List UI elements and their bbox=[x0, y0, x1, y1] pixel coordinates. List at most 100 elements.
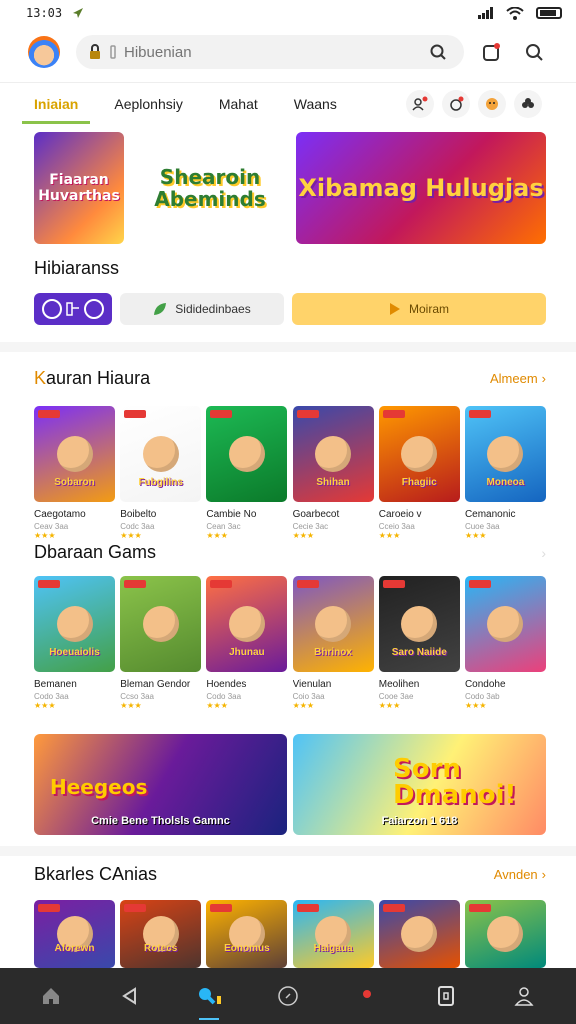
game-meta: Ceav 3aa bbox=[34, 522, 69, 531]
new-badge bbox=[468, 580, 491, 588]
game-thumbnail[interactable]: Bhrinox bbox=[292, 576, 374, 672]
game-card[interactable] bbox=[464, 900, 546, 968]
star-rating: ★★★ bbox=[120, 531, 142, 540]
nav-back[interactable] bbox=[110, 976, 150, 1016]
banner-title: Fiaaran Huvarthas bbox=[38, 172, 120, 204]
game-thumbnail[interactable] bbox=[120, 576, 202, 672]
new-badge bbox=[124, 904, 147, 912]
star-rating: ★★★ bbox=[378, 701, 401, 710]
promo-title: Sorn Dmanoi! bbox=[393, 754, 517, 810]
game-thumbnail[interactable]: Saro Naiide bbox=[378, 576, 460, 672]
new-badge bbox=[210, 410, 233, 418]
star-rating: ★★★ bbox=[120, 701, 142, 710]
game-card[interactable]: Bleman Gendor Ccso 3aa ★★★ bbox=[120, 576, 202, 710]
game-card[interactable]: Rotecs bbox=[120, 900, 202, 968]
star-rating: ★★★ bbox=[206, 701, 228, 710]
nav-tablet[interactable] bbox=[426, 976, 466, 1016]
game-thumbnail[interactable]: Eonomus bbox=[206, 900, 288, 968]
play-button[interactable]: Moiram bbox=[292, 293, 546, 325]
game-card[interactable]: Eonomus bbox=[206, 900, 288, 968]
game-card[interactable]: Aforewn bbox=[34, 900, 115, 968]
game-card[interactable]: Fubgilins Boibelto Codc 3aa ★★★ bbox=[120, 406, 202, 540]
game-thumbnail[interactable] bbox=[464, 900, 546, 968]
game-card[interactable] bbox=[378, 900, 460, 968]
game-title: Caroeio v bbox=[378, 509, 422, 520]
section-2-header: Dbaraan Gams › bbox=[34, 542, 546, 563]
nav-compass[interactable] bbox=[268, 976, 308, 1016]
game-card[interactable]: Haigaua bbox=[292, 900, 374, 968]
game-thumbnail[interactable]: Moneoa bbox=[464, 406, 546, 502]
nav-home[interactable] bbox=[31, 976, 71, 1016]
game-thumbnail[interactable]: Rotecs bbox=[120, 900, 202, 968]
new-badge bbox=[296, 410, 319, 418]
promo-card-1[interactable]: Heegeos Cmie Bene Tholsls Gamnc bbox=[34, 734, 287, 835]
rewards-icon[interactable] bbox=[442, 89, 470, 118]
view-all-button[interactable]: Almeem › bbox=[490, 371, 546, 386]
thumbnail-title: Eonomus bbox=[224, 943, 270, 954]
social-chip[interactable] bbox=[34, 293, 112, 325]
battery-icon bbox=[536, 7, 562, 19]
chevron-right-icon[interactable]: › bbox=[541, 545, 546, 561]
game-thumbnail[interactable]: Fhagiic bbox=[378, 406, 460, 502]
banner-card-2[interactable]: Shearoin Abeminds bbox=[134, 132, 286, 244]
friends-icon[interactable] bbox=[406, 89, 434, 118]
thumbnail-title: Fhagiic bbox=[401, 477, 437, 488]
game-title: Caegotamo bbox=[34, 509, 86, 520]
game-title: Condohe bbox=[464, 679, 506, 690]
tab-3[interactable]: Waans bbox=[294, 88, 337, 120]
game-thumbnail[interactable]: Sobaron bbox=[34, 406, 115, 502]
game-card[interactable]: Condohe Codo 3ab ★★★ bbox=[464, 576, 546, 710]
game-meta: Cceio 3aa bbox=[378, 522, 415, 531]
game-thumbnail[interactable]: Hoeuaiolis bbox=[34, 576, 115, 672]
tab-1[interactable]: Aeplonhsiy bbox=[114, 88, 183, 120]
game-card[interactable]: Cambie No Cean 3ac ★★★ bbox=[206, 406, 288, 540]
search-bar[interactable] bbox=[76, 35, 464, 69]
game-card[interactable]: Sobaron Caegotamo Ceav 3aa ★★★ bbox=[34, 406, 115, 540]
divider bbox=[0, 846, 576, 856]
game-card[interactable]: Shihan Goarbecot Cecie 3ac ★★★ bbox=[292, 406, 374, 540]
game-card[interactable]: Bhrinox Vienulan Coio 3aa ★★★ bbox=[292, 576, 374, 710]
nav-notifications[interactable] bbox=[347, 976, 387, 1016]
tab-0[interactable]: Iniaian bbox=[21, 88, 91, 124]
game-card[interactable]: Moneoa Cemanonic Cuoe 3aa ★★★ bbox=[464, 406, 546, 540]
location-icon bbox=[73, 8, 84, 18]
clover-icon[interactable] bbox=[514, 89, 542, 118]
search-button[interactable] bbox=[520, 38, 548, 66]
character-art bbox=[142, 436, 179, 472]
leaf-icon bbox=[154, 303, 167, 315]
game-card[interactable]: Saro Naiide Meolihen Cooe 3ae ★★★ bbox=[378, 576, 460, 710]
game-thumbnail[interactable]: Fubgilins bbox=[120, 406, 202, 502]
voice-search-button[interactable] bbox=[424, 38, 452, 66]
mascot-icon[interactable] bbox=[478, 89, 506, 118]
game-meta: Cean 3ac bbox=[206, 522, 241, 531]
search-input[interactable] bbox=[124, 43, 416, 61]
game-card[interactable]: Jhunau Hoendes Codo 3aa ★★★ bbox=[206, 576, 288, 710]
game-thumbnail[interactable] bbox=[378, 900, 460, 968]
character-art bbox=[401, 436, 438, 472]
secondary-button[interactable]: Sididedinbaes bbox=[120, 293, 284, 325]
notifications-button[interactable] bbox=[478, 38, 506, 66]
search-icon bbox=[430, 44, 446, 60]
game-thumbnail[interactable]: Jhunau bbox=[206, 576, 288, 672]
promo-card-2[interactable]: Sorn Dmanoi! Faiarzon 1 618 bbox=[293, 734, 546, 835]
nav-profile[interactable] bbox=[504, 976, 544, 1016]
banner-title: Shearoin Abeminds bbox=[154, 165, 266, 211]
game-card[interactable]: Hoeuaiolis Bemanen Codo 3aa ★★★ bbox=[34, 576, 115, 710]
game-thumbnail[interactable] bbox=[206, 406, 288, 502]
thumbnail-title: Bhrinox bbox=[314, 647, 352, 658]
banner-card-1[interactable]: Fiaaran Huvarthas bbox=[34, 132, 124, 244]
banner-card-3[interactable]: Xibamag Hulugjas bbox=[296, 132, 546, 244]
nav-games[interactable] bbox=[189, 976, 229, 1020]
section-3-title: Bkarles CAnias bbox=[34, 864, 158, 884]
game-card[interactable]: Fhagiic Caroeio v Cceio 3aa ★★★ bbox=[378, 406, 460, 540]
avatar[interactable] bbox=[28, 36, 60, 68]
new-badge bbox=[468, 904, 491, 912]
new-badge bbox=[38, 904, 60, 912]
tab-2[interactable]: Mahat bbox=[219, 88, 258, 120]
game-thumbnail[interactable]: Shihan bbox=[292, 406, 374, 502]
secondary-label: Sididedinbaes bbox=[175, 302, 251, 316]
game-thumbnail[interactable]: Haigaua bbox=[292, 900, 374, 968]
game-thumbnail[interactable] bbox=[464, 576, 546, 672]
game-thumbnail[interactable]: Aforewn bbox=[34, 900, 115, 968]
view-all-button[interactable]: Avnden › bbox=[494, 867, 546, 882]
